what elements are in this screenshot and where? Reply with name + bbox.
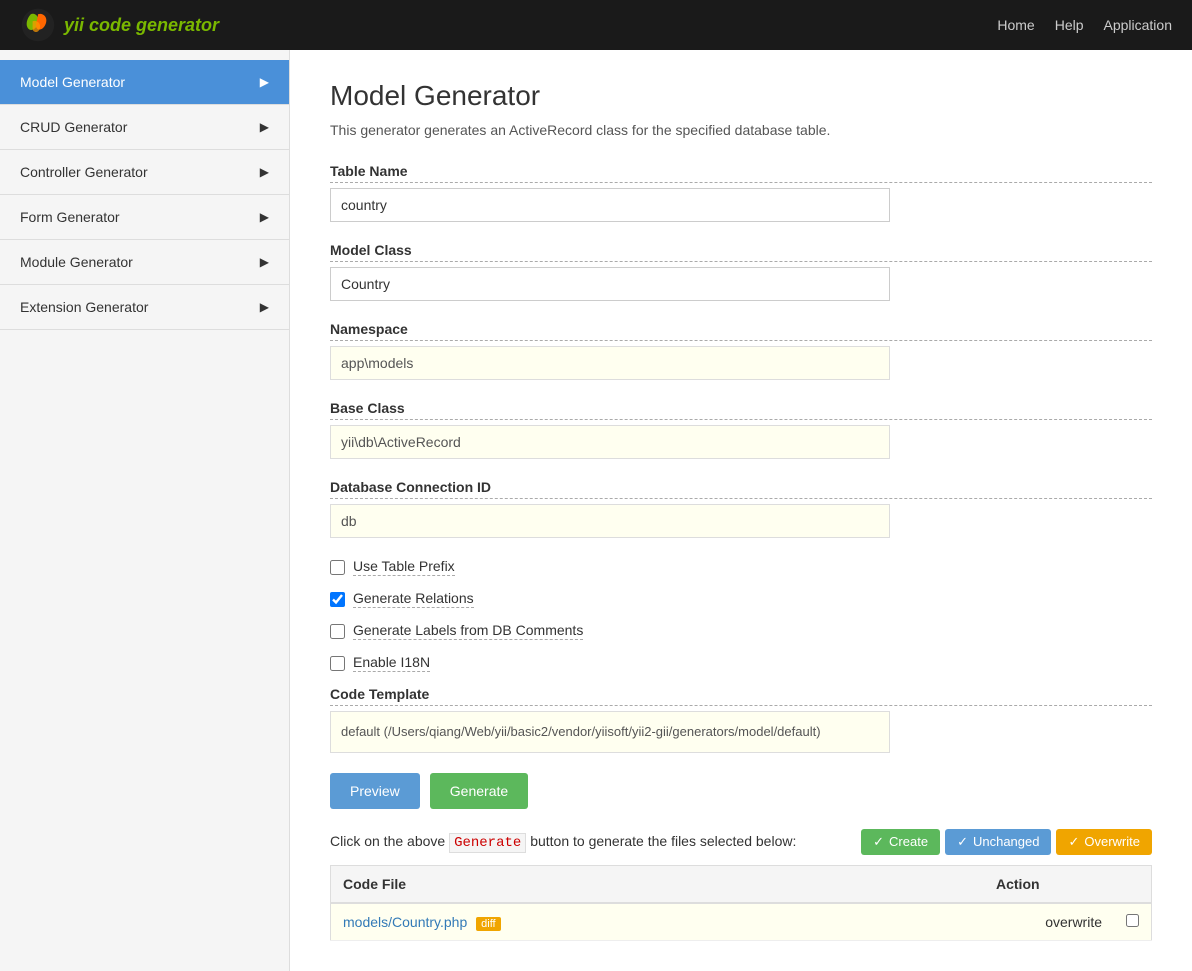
sidebar-item-crud-generator[interactable]: CRUD Generator ▶: [0, 105, 289, 150]
badge-create: ✓ Create: [861, 829, 940, 855]
sidebar-item-label: Controller Generator: [20, 164, 148, 180]
badge-overwrite: ✓ Overwrite: [1056, 829, 1152, 855]
logo-text: yii code generator: [64, 15, 219, 36]
generate-relations-group: Generate Relations: [330, 590, 1152, 608]
checkmark-icon: ✓: [873, 834, 884, 850]
use-table-prefix-label: Use Table Prefix: [353, 558, 455, 576]
generate-labels-group: Generate Labels from DB Comments: [330, 622, 1152, 640]
namespace-input[interactable]: [330, 346, 890, 380]
col-code-file: Code File: [331, 865, 985, 903]
main-nav: Home Help Application: [997, 17, 1172, 33]
model-class-input[interactable]: [330, 267, 890, 301]
action-cell: overwrite: [984, 903, 1114, 941]
namespace-group: Namespace: [330, 321, 1152, 380]
enable-i18n-group: Enable I18N: [330, 654, 1152, 672]
checkmark-icon: ✓: [957, 834, 968, 850]
badge-unchanged-label: Unchanged: [973, 834, 1040, 849]
generate-labels-checkbox[interactable]: [330, 624, 345, 639]
table-name-label: Table Name: [330, 163, 1152, 183]
model-class-group: Model Class: [330, 242, 1152, 301]
model-generator-form: Table Name Model Class Namespace Base Cl…: [330, 163, 1152, 941]
logo: yii code generator: [20, 7, 219, 43]
layout: Model Generator ▶ CRUD Generator ▶ Contr…: [0, 50, 1192, 971]
sidebar-item-label: Form Generator: [20, 209, 120, 225]
generate-relations-checkbox[interactable]: [330, 592, 345, 607]
badge-create-label: Create: [889, 834, 928, 849]
sidebar: Model Generator ▶ CRUD Generator ▶ Contr…: [0, 50, 290, 971]
status-generate-word: Generate: [449, 833, 526, 853]
enable-i18n-label: Enable I18N: [353, 654, 430, 672]
sidebar-item-model-generator[interactable]: Model Generator ▶: [0, 60, 289, 105]
badge-unchanged: ✓ Unchanged: [945, 829, 1051, 855]
namespace-label: Namespace: [330, 321, 1152, 341]
chevron-right-icon: ▶: [260, 120, 269, 134]
yii-logo-icon: [20, 7, 56, 43]
col-action: Action: [984, 865, 1114, 903]
chevron-right-icon: ▶: [260, 75, 269, 89]
row-select-checkbox[interactable]: [1126, 914, 1139, 927]
file-link[interactable]: models/Country.php: [343, 914, 467, 930]
db-connection-group: Database Connection ID: [330, 479, 1152, 538]
db-connection-input[interactable]: [330, 504, 890, 538]
chevron-right-icon: ▶: [260, 165, 269, 179]
file-cell: models/Country.php diff: [331, 903, 985, 941]
nav-application[interactable]: Application: [1104, 17, 1173, 33]
status-bar: Click on the above Generate button to ge…: [330, 829, 1152, 855]
sidebar-item-label: Extension Generator: [20, 299, 148, 315]
status-text-before: Click on the above: [330, 833, 445, 849]
chevron-right-icon: ▶: [260, 255, 269, 269]
status-badges: ✓ Create ✓ Unchanged ✓ Overwrite: [861, 829, 1152, 855]
preview-button[interactable]: Preview: [330, 773, 420, 809]
header: yii code generator Home Help Application: [0, 0, 1192, 50]
code-template-value: default (/Users/qiang/Web/yii/basic2/ven…: [330, 711, 890, 753]
badge-overwrite-label: Overwrite: [1084, 834, 1140, 849]
table-row: models/Country.php diff overwrite: [331, 903, 1152, 941]
sidebar-item-extension-generator[interactable]: Extension Generator ▶: [0, 285, 289, 330]
file-table-header: Code File Action: [331, 865, 1152, 903]
sidebar-item-controller-generator[interactable]: Controller Generator ▶: [0, 150, 289, 195]
enable-i18n-checkbox[interactable]: [330, 656, 345, 671]
generate-button[interactable]: Generate: [430, 773, 528, 809]
generate-labels-label: Generate Labels from DB Comments: [353, 622, 583, 640]
col-select: [1114, 865, 1152, 903]
use-table-prefix-checkbox[interactable]: [330, 560, 345, 575]
button-row: Preview Generate: [330, 773, 1152, 809]
status-text: Click on the above Generate button to ge…: [330, 833, 796, 851]
table-name-input[interactable]: [330, 188, 890, 222]
model-class-label: Model Class: [330, 242, 1152, 262]
file-table: Code File Action models/Country.php diff…: [330, 865, 1152, 941]
action-value: overwrite: [1045, 914, 1102, 930]
sidebar-item-form-generator[interactable]: Form Generator ▶: [0, 195, 289, 240]
use-table-prefix-group: Use Table Prefix: [330, 558, 1152, 576]
code-template-label: Code Template: [330, 686, 1152, 706]
checkmark-icon: ✓: [1068, 834, 1079, 850]
status-text-after: button to generate the files selected be…: [530, 833, 796, 849]
diff-badge: diff: [476, 917, 500, 931]
sidebar-item-label: Model Generator: [20, 74, 125, 90]
db-connection-label: Database Connection ID: [330, 479, 1152, 499]
sidebar-item-label: Module Generator: [20, 254, 133, 270]
base-class-group: Base Class: [330, 400, 1152, 459]
base-class-input[interactable]: [330, 425, 890, 459]
main-content: Model Generator This generator generates…: [290, 50, 1192, 971]
sidebar-item-label: CRUD Generator: [20, 119, 127, 135]
page-description: This generator generates an ActiveRecord…: [330, 122, 1152, 138]
chevron-right-icon: ▶: [260, 300, 269, 314]
table-name-group: Table Name: [330, 163, 1152, 222]
generate-relations-label: Generate Relations: [353, 590, 474, 608]
page-title: Model Generator: [330, 80, 1152, 112]
nav-home[interactable]: Home: [997, 17, 1034, 33]
file-table-body: models/Country.php diff overwrite: [331, 903, 1152, 941]
sidebar-item-module-generator[interactable]: Module Generator ▶: [0, 240, 289, 285]
base-class-label: Base Class: [330, 400, 1152, 420]
code-template-group: Code Template default (/Users/qiang/Web/…: [330, 686, 1152, 753]
select-cell: [1114, 903, 1152, 941]
nav-help[interactable]: Help: [1055, 17, 1084, 33]
chevron-right-icon: ▶: [260, 210, 269, 224]
